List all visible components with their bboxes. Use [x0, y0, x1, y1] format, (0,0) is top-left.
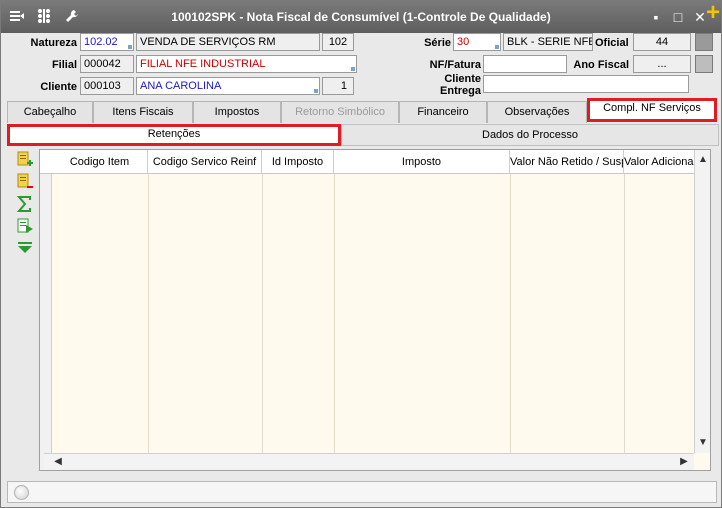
ano-fiscal-label: Ano Fiscal	[573, 59, 629, 71]
scroll-right-icon[interactable]: ▶	[676, 454, 692, 470]
grid-header: Codigo Item Codigo Servico Reinf Id Impo…	[40, 150, 696, 174]
add-row-icon[interactable]	[15, 151, 35, 171]
cliente-num-field: 1	[322, 77, 354, 95]
natureza-label: Natureza	[30, 37, 77, 49]
column-header-id-imposto[interactable]: Id Imposto	[262, 150, 334, 174]
cliente-desc-field[interactable]: ANA CAROLINA	[136, 77, 320, 95]
natureza-num-field: 102	[322, 33, 354, 51]
nf-fatura-input[interactable]	[483, 55, 567, 73]
scroll-left-icon[interactable]: ◀	[50, 454, 66, 470]
status-bar	[7, 481, 717, 503]
lookup-icon	[314, 89, 318, 93]
main-window: 100102SPK - Nota Fiscal de Consumível (1…	[0, 0, 722, 508]
serie-code-value: 30	[457, 36, 470, 48]
nf-fatura-label: NF/Fatura	[429, 59, 481, 71]
tab-cabecalho[interactable]: Cabeçalho	[7, 101, 93, 123]
scroll-down-icon[interactable]: ▼	[695, 435, 711, 451]
lookup-icon	[495, 45, 499, 49]
oficial-field: 44	[633, 33, 691, 51]
column-divider	[148, 174, 149, 453]
column-divider	[510, 174, 511, 453]
filial-desc-field[interactable]: FILIAL NFE INDUSTRIAL	[136, 55, 357, 73]
filial-code-field[interactable]: 000042	[80, 55, 134, 73]
column-divider	[262, 174, 263, 453]
remove-row-icon[interactable]	[15, 173, 35, 193]
collapse-icon[interactable]	[15, 239, 35, 259]
title-bar: 100102SPK - Nota Fiscal de Consumível (1…	[1, 1, 721, 33]
grid-toolbar	[9, 149, 39, 469]
serie-label: Série	[424, 37, 451, 49]
tab-impostos[interactable]: Impostos	[193, 101, 281, 123]
cliente-entrega-label-line2: Entrega	[440, 85, 481, 97]
tab-itens-fiscais[interactable]: Itens Fiscais	[93, 101, 193, 123]
main-tabs: Cabeçalho Itens Fiscais Impostos Retorno…	[7, 98, 719, 123]
cliente-entrega-label-line1: Cliente	[444, 73, 481, 85]
serie-code-field[interactable]: 30	[453, 33, 501, 51]
row-indicator-column	[40, 150, 52, 470]
tab-observacoes[interactable]: Observações	[487, 101, 587, 123]
natureza-desc-field: VENDA DE SERVIÇOS RM	[136, 33, 320, 51]
sum-icon[interactable]	[15, 195, 35, 215]
tab-compl-nf-servicos[interactable]: Compl. NF Serviços	[587, 98, 717, 122]
status-indicator-icon	[14, 485, 29, 500]
subtab-dados-do-processo[interactable]: Dados do Processo	[341, 124, 719, 146]
lookup-icon	[128, 45, 132, 49]
column-header-codigo-item[interactable]: Codigo Item	[52, 150, 148, 174]
cliente-entrega-label: Cliente Entrega	[401, 73, 481, 97]
ano-fiscal-field[interactable]: ...	[633, 55, 691, 73]
lookup-icon	[351, 67, 355, 71]
filial-label: Filial	[51, 59, 77, 71]
window-title: 100102SPK - Nota Fiscal de Consumível (1…	[171, 10, 551, 24]
column-header-codigo-servico-reinf[interactable]: Codigo Servico Reinf	[148, 150, 262, 174]
add-icon[interactable]: +	[703, 1, 722, 28]
tab-financeiro[interactable]: Financeiro	[399, 101, 487, 123]
retencoes-grid: Codigo Item Codigo Servico Reinf Id Impo…	[39, 149, 711, 471]
cliente-code-field[interactable]: 000103	[80, 77, 134, 95]
export-icon[interactable]	[15, 217, 35, 237]
horizontal-scrollbar[interactable]: ◀ ▶	[44, 453, 694, 470]
minimize-icon[interactable]: ▪	[647, 8, 665, 26]
vertical-scrollbar[interactable]: ▲ ▼	[694, 150, 710, 453]
column-header-valor-nao-retido[interactable]: Valor Não Retido / Susp	[510, 150, 624, 174]
natureza-code-value: 102.02	[84, 36, 118, 48]
column-header-imposto[interactable]: Imposto	[334, 150, 510, 174]
ano-fiscal-side-button[interactable]	[695, 55, 713, 73]
oficial-label: Oficial	[595, 37, 629, 49]
column-divider	[624, 174, 625, 453]
oficial-side-button[interactable]	[695, 33, 713, 51]
cliente-entrega-input[interactable]	[483, 75, 689, 93]
subtab-retencoes[interactable]: Retenções	[7, 124, 341, 146]
natureza-code-field[interactable]: 102.02	[80, 33, 134, 51]
filial-desc-value: FILIAL NFE INDUSTRIAL	[140, 58, 266, 70]
serie-desc-field: BLK - SERIE NFE	[503, 33, 593, 51]
cliente-desc-value: ANA CAROLINA	[140, 80, 222, 92]
maximize-icon[interactable]: □	[669, 8, 687, 26]
sub-tabs: Retenções Dados do Processo	[7, 124, 719, 146]
tab-retorno-simbolico[interactable]: Retorno Simbólico	[281, 101, 399, 123]
column-header-valor-adicional[interactable]: Valor Adicional	[624, 150, 696, 174]
cliente-label: Cliente	[40, 81, 77, 93]
scroll-up-icon[interactable]: ▲	[695, 152, 711, 168]
column-divider	[334, 174, 335, 453]
